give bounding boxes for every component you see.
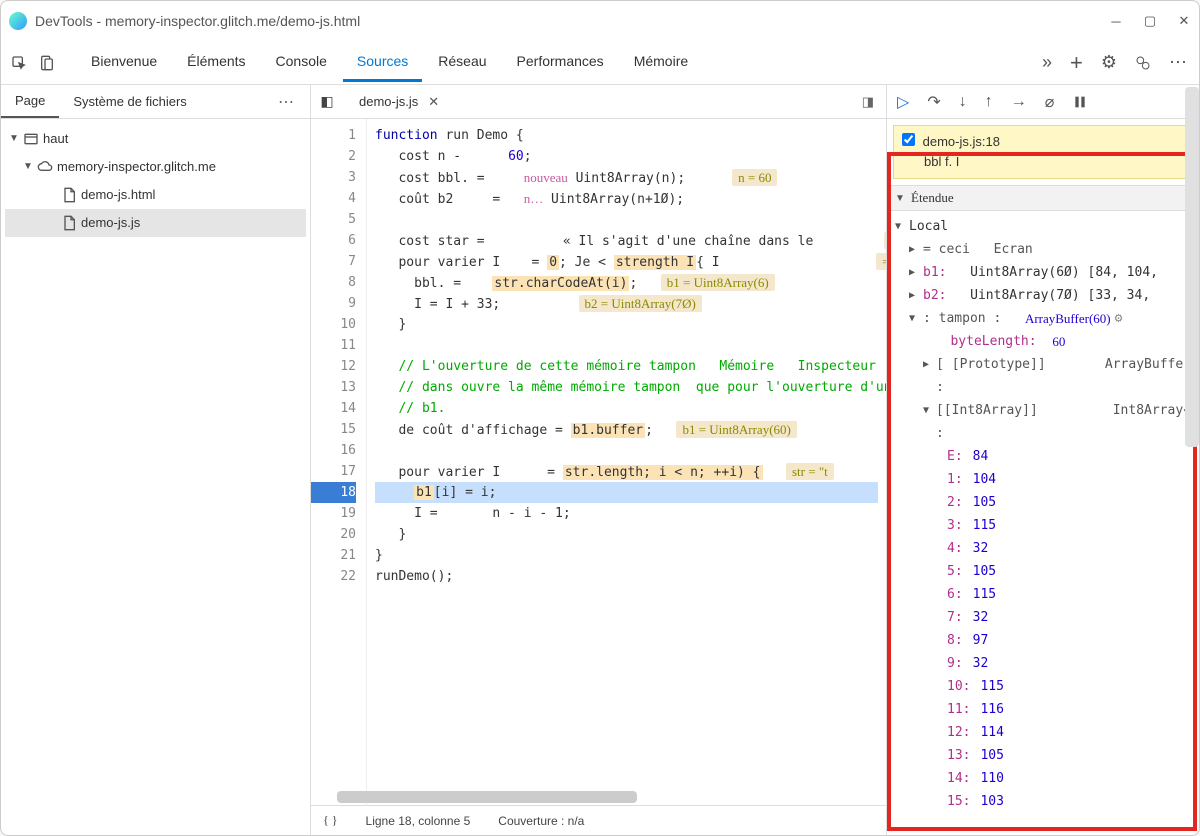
scope-prototype[interactable]: ▶[ [Prototype]] : ArrayBuffer — [895, 353, 1191, 399]
tree-file-label: demo-js.html — [81, 183, 155, 207]
scope-bytelength: byteLength: 60 — [895, 330, 1191, 353]
memory-gear-icon[interactable]: ⚙ — [1115, 307, 1123, 330]
int8-entry: 6:115 — [895, 583, 1191, 606]
braces-icon[interactable]: { } — [323, 813, 338, 828]
device-toggle-icon[interactable] — [39, 55, 55, 71]
line-number-gutter[interactable]: 12345678910111213141516171819202122 — [311, 119, 367, 805]
pause-exception-icon[interactable] — [1072, 94, 1088, 110]
maximize-button[interactable]: ▢ — [1143, 14, 1157, 28]
navigator-tab-page[interactable]: Page — [1, 85, 59, 118]
paused-location: demo-js.js:18 bbl f. I — [893, 125, 1193, 179]
int8-entry: 11:116 — [895, 698, 1191, 721]
close-tab-icon[interactable]: ✕ — [428, 94, 439, 110]
statusbar: { } Ligne 18, colonne 5 Couverture : n/a — [311, 805, 886, 835]
scope-title: Étendue — [911, 190, 954, 206]
int8-entry: 5:105 — [895, 560, 1191, 583]
int8-entry: 3:115 — [895, 514, 1191, 537]
cursor-position: Ligne 18, colonne 5 — [366, 814, 471, 828]
pause-file-line: demo-js.js:18 — [923, 134, 1000, 149]
scope-buffer[interactable]: ▼: tampon : ArrayBuffer(60) ⚙ — [895, 307, 1191, 330]
cloud-icon — [37, 159, 53, 175]
tab-performances[interactable]: Performances — [503, 43, 618, 82]
tab-sources[interactable]: Sources — [343, 43, 422, 82]
tree-origin-label: memory-inspector.glitch.me — [57, 155, 216, 179]
close-button[interactable]: ✕ — [1177, 14, 1191, 28]
devtools-favicon — [9, 12, 27, 30]
step-out-icon[interactable]: ↑ — [985, 93, 993, 111]
editor-horizontal-scrollbar[interactable] — [337, 791, 637, 803]
int8-entry: 1:104 — [895, 468, 1191, 491]
scope-this[interactable]: ▶= ceci Ecran — [895, 238, 1191, 261]
window-title: DevTools - memory-inspector.glitch.me/de… — [35, 13, 360, 29]
toggle-debugger-icon[interactable]: ◨ — [854, 94, 882, 110]
inspect-element-icon[interactable] — [11, 55, 27, 71]
int8-entry: 13:105 — [895, 744, 1191, 767]
scope-b2[interactable]: ▶b2: Uint8Array(7Ø) [33, 34, — [895, 284, 1191, 307]
main-toolbar: BienvenueÉlémentsConsoleSourcesRéseauPer… — [1, 41, 1199, 85]
file-icon — [61, 215, 77, 231]
minimize-button[interactable]: ─ — [1109, 14, 1123, 28]
int8-entry: 7:32 — [895, 606, 1191, 629]
breakpoint-checkbox[interactable] — [902, 133, 915, 146]
editor-panel: ◧ demo-js.js ✕ ◨ 12345678910111213141516… — [311, 85, 887, 835]
navigator-panel: Page Système de fichiers ⋯ ▼ haut ▼ memo… — [1, 85, 311, 835]
navigator-tab-filesystem[interactable]: Système de fichiers — [59, 86, 200, 117]
more-tabs-icon[interactable]: » — [1042, 52, 1052, 73]
window-icon — [23, 131, 39, 147]
settings-gear-icon[interactable]: ⚙ — [1101, 52, 1117, 73]
tree-origin[interactable]: ▼ memory-inspector.glitch.me — [5, 153, 306, 181]
customize-icon[interactable] — [1135, 55, 1151, 71]
int8-entry: 10:115 — [895, 675, 1191, 698]
editor-tab-label: demo-js.js — [359, 94, 418, 109]
toggle-navigator-icon[interactable]: ◧ — [315, 93, 339, 110]
debugger-panel: ▷ ↷ ↓ ↑ → ⌀ demo-js.js:18 bbl f. I ▼ Éte… — [887, 85, 1199, 835]
pause-expression: bbl f. I — [902, 152, 1184, 172]
scope-b1[interactable]: ▶b1: Uint8Array(6Ø) [84, 104, — [895, 261, 1191, 284]
tree-file-html[interactable]: demo-js.html — [5, 181, 306, 209]
scope-header[interactable]: ▼ Étendue — [887, 185, 1199, 211]
resume-icon[interactable]: ▷ — [897, 92, 909, 112]
tab-bienvenue[interactable]: Bienvenue — [77, 43, 171, 82]
code-area[interactable]: function run Demo { cost n - 60; cost bb… — [367, 119, 886, 805]
tab-réseau[interactable]: Réseau — [424, 43, 500, 82]
right-scrollbar[interactable] — [1185, 87, 1199, 447]
coverage-status: Couverture : n/a — [498, 814, 584, 828]
editor-tab[interactable]: demo-js.js ✕ — [349, 90, 449, 114]
navigator-more-icon[interactable]: ⋯ — [264, 92, 310, 112]
tree-file-js[interactable]: demo-js.js — [5, 209, 306, 237]
tab-éléments[interactable]: Éléments — [173, 43, 259, 82]
int8-entry: 15:103 — [895, 790, 1191, 813]
tab-mémoire[interactable]: Mémoire — [620, 43, 702, 82]
new-tab-icon[interactable]: + — [1070, 50, 1083, 76]
tab-console[interactable]: Console — [262, 43, 341, 82]
int8-entry: 4:32 — [895, 537, 1191, 560]
step-over-icon[interactable]: ↷ — [927, 92, 940, 112]
int8-entry: 8:97 — [895, 629, 1191, 652]
titlebar: DevTools - memory-inspector.glitch.me/de… — [1, 1, 1199, 41]
deactivate-breakpoints-icon[interactable]: ⌀ — [1045, 92, 1055, 112]
scope-int8array[interactable]: ▼[[Int8Array]] : Int8Array« — [895, 399, 1191, 445]
scope-local[interactable]: ▼Local — [895, 215, 1191, 238]
int8-entry: 14:110 — [895, 767, 1191, 790]
kebab-menu-icon[interactable]: ⋯ — [1169, 52, 1189, 73]
tree-root[interactable]: ▼ haut — [5, 125, 306, 153]
file-icon — [61, 187, 77, 203]
int8-entry: 9:32 — [895, 652, 1191, 675]
tree-file-label: demo-js.js — [81, 211, 140, 235]
step-icon[interactable]: → — [1011, 93, 1027, 111]
int8-entry: 12:114 — [895, 721, 1191, 744]
tree-root-label: haut — [43, 127, 68, 151]
int8-entry: 2:105 — [895, 491, 1191, 514]
int8-entry: E:84 — [895, 445, 1191, 468]
step-into-icon[interactable]: ↓ — [959, 93, 967, 111]
